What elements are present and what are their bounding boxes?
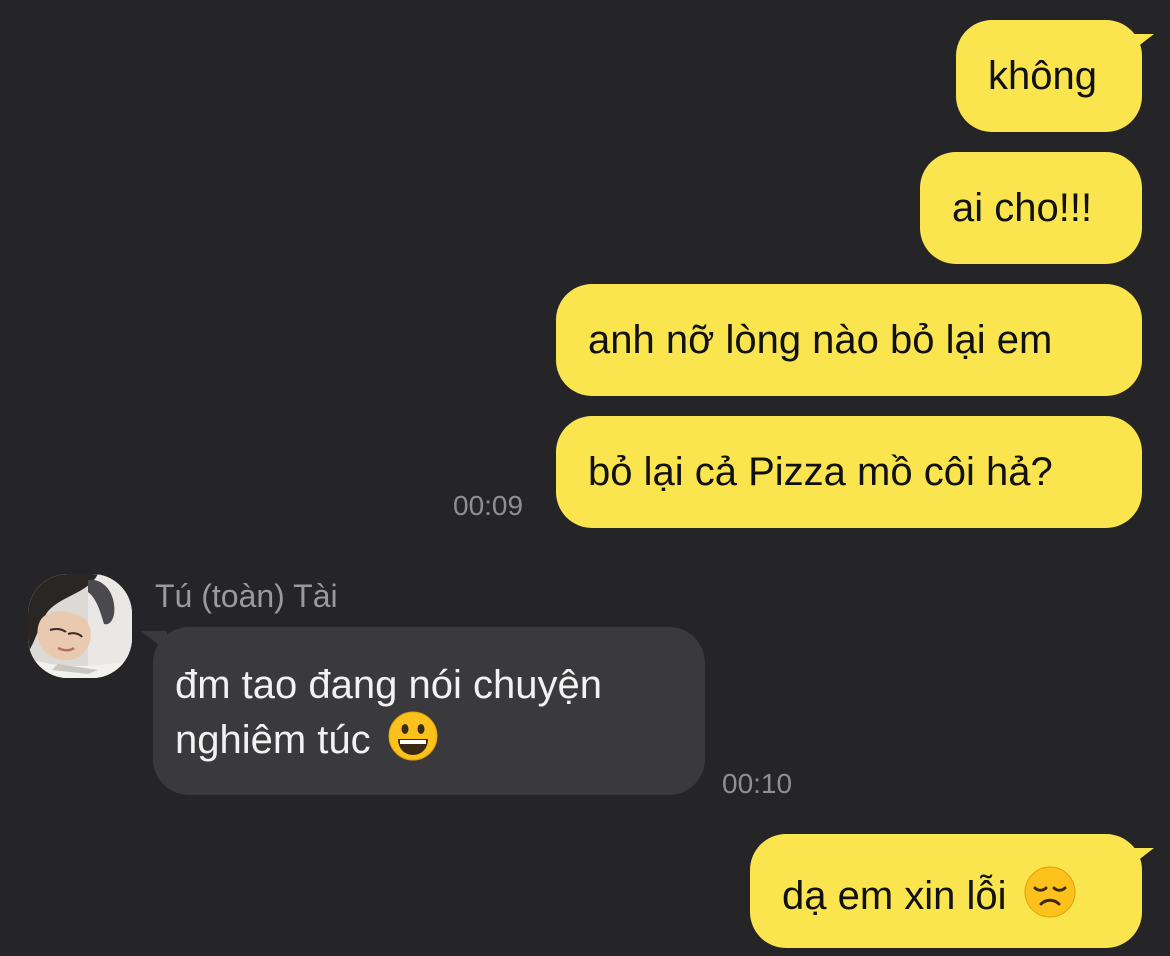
message-timestamp: 00:09 [453, 490, 524, 521]
message-bubble-outgoing[interactable]: không [956, 20, 1154, 132]
disappointed-face-emoji-icon [1024, 866, 1076, 931]
message-text: anh nỡ lòng nào bỏ lại em [588, 318, 1053, 362]
message-text: dạ em xin lỗi [782, 874, 1007, 919]
sender-name: Tú (toàn) Tài [155, 578, 338, 614]
message-bubble-outgoing[interactable]: anh nỡ lòng nào bỏ lại em [556, 284, 1142, 396]
message-text-line: nghiêm túc [175, 711, 681, 774]
message-text: ai cho!!! [952, 186, 1093, 230]
message-bubble-outgoing[interactable]: dạ em xin lỗi [750, 834, 1154, 948]
avatar[interactable] [28, 574, 132, 678]
grinning-face-emoji-icon [388, 711, 438, 774]
message-text: bỏ lại cả Pizza mồ côi hả? [588, 450, 1053, 494]
message-timestamp: 00:10 [722, 768, 793, 799]
message-text-line: đm tao đang nói chuyện [175, 663, 602, 707]
message-bubble-outgoing[interactable]: ai cho!!! [920, 152, 1142, 264]
message-bubble-outgoing[interactable]: bỏ lại cả Pizza mồ côi hả? [556, 416, 1142, 528]
message-text: không [988, 54, 1097, 98]
message-bubble-incoming[interactable]: đm tao đang nói chuyện nghiêm túc [141, 627, 705, 795]
message-text: nghiêm túc [175, 718, 371, 763]
avatar-photo [28, 574, 132, 678]
